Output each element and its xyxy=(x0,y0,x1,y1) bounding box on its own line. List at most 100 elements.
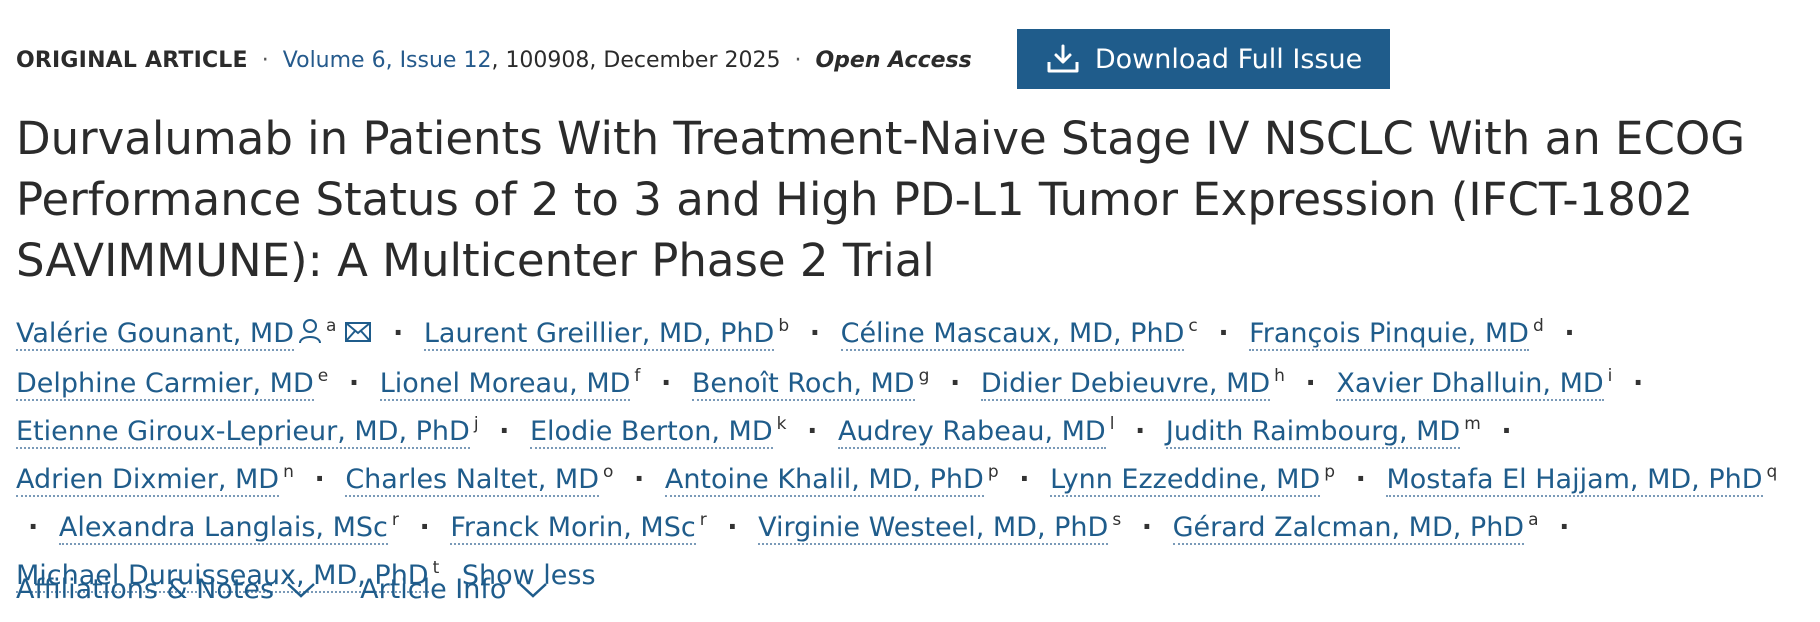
author-name-link[interactable]: Charles Naltet, MD xyxy=(345,464,599,497)
author-separator: · xyxy=(499,416,510,447)
author-separator: · xyxy=(1355,464,1366,495)
affiliation-marker[interactable]: n xyxy=(283,462,294,482)
affiliation-marker[interactable]: r xyxy=(700,510,707,530)
download-full-issue-button[interactable]: Download Full Issue xyxy=(1017,29,1390,89)
affiliation-marker[interactable]: o xyxy=(603,462,613,482)
author-list: Valérie Gounant, MD a · Laurent Greillier… xyxy=(16,310,1806,600)
author-name-link[interactable]: Adrien Dixmier, MD xyxy=(16,464,280,497)
article-info-toggle[interactable]: Article Info xyxy=(360,572,548,608)
author-separator: · xyxy=(809,318,820,349)
affiliation-marker[interactable]: p xyxy=(1324,462,1335,482)
article-toggles: Affiliations & Notes Article Info xyxy=(16,572,548,608)
author-item: Adrien Dixmier, MD n xyxy=(16,462,294,497)
person-icon[interactable] xyxy=(298,312,322,360)
download-icon xyxy=(1047,44,1079,73)
author-separator: · xyxy=(1141,512,1153,543)
author-name-link[interactable]: Laurent Greillier, MD, PhD xyxy=(423,318,775,351)
affiliation-marker[interactable]: s xyxy=(1112,510,1121,530)
affiliation-marker[interactable]: f xyxy=(634,366,640,386)
affiliation-marker[interactable]: c xyxy=(1188,316,1197,336)
author-name-link[interactable]: Benoît Roch, MD xyxy=(691,368,915,401)
author-separator: · xyxy=(807,416,818,447)
author-name-link[interactable]: Lionel Moreau, MD xyxy=(379,368,631,401)
affiliation-marker[interactable]: h xyxy=(1274,366,1285,386)
affiliation-marker[interactable]: j xyxy=(474,414,479,434)
author-item: Etienne Giroux-Leprieur, MD, PhD j xyxy=(16,414,479,449)
article-meta-row: ORIGINAL ARTICLE · Volume 6, Issue 12, 1… xyxy=(16,46,972,76)
author-separator: · xyxy=(314,464,325,495)
author-item: François Pinquie, MD d xyxy=(1249,316,1544,351)
affiliation-marker[interactable]: q xyxy=(1767,462,1778,482)
author-name-link[interactable]: Valérie Gounant, MD xyxy=(16,318,294,351)
affiliations-notes-toggle[interactable]: Affiliations & Notes xyxy=(16,572,316,608)
affiliation-marker[interactable]: a xyxy=(1528,510,1538,530)
open-access-label: Open Access xyxy=(815,48,972,73)
author-item: Delphine Carmier, MD e xyxy=(16,366,328,401)
author-separator: · xyxy=(727,512,738,543)
meta-separator: · xyxy=(261,48,269,73)
affiliation-marker[interactable]: d xyxy=(1533,316,1544,336)
affiliation-marker[interactable]: k xyxy=(777,414,787,434)
affiliation-marker[interactable]: i xyxy=(1608,366,1613,386)
affiliation-marker[interactable]: m xyxy=(1464,414,1481,434)
author-item: Valérie Gounant, MD a xyxy=(16,316,372,351)
author-separator: · xyxy=(1218,318,1229,349)
author-name-link[interactable]: Mostafa El Hajjam, MD, PhD xyxy=(1386,464,1763,497)
affiliation-marker[interactable]: p xyxy=(988,462,999,482)
affiliation-marker[interactable]: g xyxy=(919,366,930,386)
author-name-link[interactable]: Judith Raimbourg, MD xyxy=(1165,416,1461,449)
author-name-link[interactable]: Lynn Ezzeddine, MD xyxy=(1050,464,1321,497)
affiliations-label: Affiliations & Notes xyxy=(16,574,275,605)
author-item: Didier Debieuvre, MD h xyxy=(980,366,1285,401)
author-name-link[interactable]: Xavier Dhalluin, MD xyxy=(1336,368,1604,401)
download-button-label: Download Full Issue xyxy=(1094,43,1363,75)
author-separator: · xyxy=(633,464,645,495)
author-separator: · xyxy=(1501,416,1512,447)
author-item: Xavier Dhalluin, MD i xyxy=(1336,366,1613,401)
author-item: Lynn Ezzeddine, MD p xyxy=(1050,462,1335,497)
affiliation-marker[interactable]: l xyxy=(1110,414,1115,434)
issue-details: , 100908, December 2025 xyxy=(491,48,781,73)
author-name-link[interactable]: Didier Debieuvre, MD xyxy=(980,368,1271,401)
email-icon[interactable] xyxy=(344,312,372,360)
author-separator: · xyxy=(949,368,961,399)
author-item: Alexandra Langlais, MSc r xyxy=(58,510,399,545)
article-title: Durvalumab in Patients With Treatment-Na… xyxy=(16,112,1746,287)
author-name-link[interactable]: Alexandra Langlais, MSc xyxy=(58,512,388,545)
chevron-down-icon xyxy=(519,583,548,598)
affiliation-marker[interactable]: a xyxy=(326,316,336,336)
author-name-link[interactable]: Gérard Zalcman, MD, PhD xyxy=(1172,512,1525,545)
author-name-link[interactable]: Etienne Giroux-Leprieur, MD, PhD xyxy=(16,416,470,449)
author-item: Benoît Roch, MD g xyxy=(691,366,930,401)
affiliation-marker[interactable]: r xyxy=(392,510,399,530)
chevron-down-icon xyxy=(287,583,315,598)
volume-issue-link[interactable]: Volume 6, Issue 12 xyxy=(283,46,492,76)
article-header: ORIGINAL ARTICLE · Volume 6, Issue 12, 1… xyxy=(0,0,1820,622)
author-name-link[interactable]: Audrey Rabeau, MD xyxy=(837,416,1106,449)
author-item: Mostafa El Hajjam, MD, PhD q xyxy=(1386,462,1778,497)
article-info-label: Article Info xyxy=(360,574,507,605)
author-name-link[interactable]: Elodie Berton, MD xyxy=(530,416,773,449)
author-name-link[interactable]: François Pinquie, MD xyxy=(1249,318,1529,351)
author-separator: · xyxy=(348,368,360,399)
author-separator: · xyxy=(28,512,39,543)
author-item: Gérard Zalcman, MD, PhD a xyxy=(1172,510,1539,545)
author-separator: · xyxy=(1632,368,1644,399)
author-separator: · xyxy=(1559,512,1570,543)
author-separator: · xyxy=(1019,464,1030,495)
author-item: Virginie Westeel, MD, PhD s xyxy=(758,510,1121,545)
author-separator: · xyxy=(393,318,404,349)
affiliation-marker[interactable]: b xyxy=(778,316,789,336)
article-type: ORIGINAL ARTICLE xyxy=(16,48,248,73)
author-separator: · xyxy=(1564,318,1575,349)
author-name-link[interactable]: Céline Mascaux, MD, PhD xyxy=(840,318,1185,351)
author-name-link[interactable]: Antoine Khalil, MD, PhD xyxy=(664,464,984,497)
author-item: Elodie Berton, MD k xyxy=(530,414,787,449)
author-name-link[interactable]: Virginie Westeel, MD, PhD xyxy=(758,512,1109,545)
author-item: Charles Naltet, MD o xyxy=(345,462,613,497)
author-separator: · xyxy=(1135,416,1146,447)
author-name-link[interactable]: Delphine Carmier, MD xyxy=(16,368,314,401)
author-name-link[interactable]: Franck Morin, MSc xyxy=(450,512,696,545)
author-separator: · xyxy=(1305,368,1316,399)
affiliation-marker[interactable]: e xyxy=(318,366,328,386)
